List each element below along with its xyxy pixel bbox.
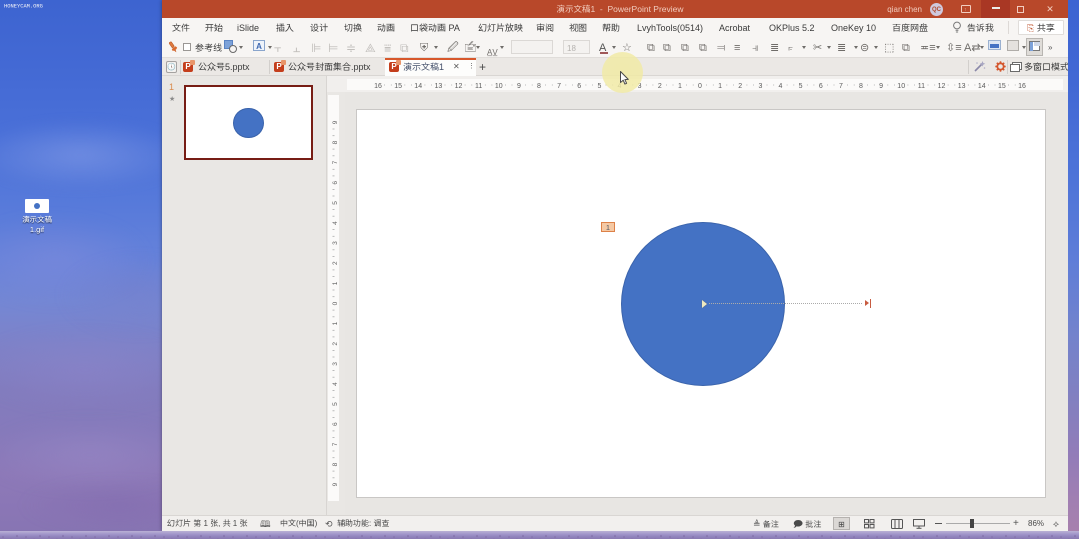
svg-text:5: 5 [332, 201, 339, 205]
svg-text:13: 13 [435, 83, 443, 90]
svg-text:1: 1 [332, 281, 339, 285]
svg-text:9: 9 [332, 120, 339, 124]
svg-text:9: 9 [517, 83, 521, 90]
svg-text:0: 0 [698, 83, 702, 90]
svg-text:12: 12 [455, 83, 463, 90]
svg-text:2: 2 [332, 261, 339, 265]
svg-text:10: 10 [897, 83, 905, 90]
svg-text:5: 5 [332, 402, 339, 406]
svg-text:12: 12 [938, 83, 946, 90]
svg-text:15: 15 [998, 83, 1006, 90]
svg-text:14: 14 [414, 83, 422, 90]
svg-text:14: 14 [978, 83, 986, 90]
svg-text:9: 9 [332, 482, 339, 486]
svg-text:1: 1 [332, 321, 339, 325]
svg-text:6: 6 [332, 422, 339, 426]
svg-text:3: 3 [332, 362, 339, 366]
svg-text:6: 6 [332, 181, 339, 185]
svg-text:11: 11 [475, 83, 482, 90]
svg-text:1: 1 [718, 83, 722, 90]
svg-text:8: 8 [537, 83, 541, 90]
svg-text:7: 7 [839, 83, 843, 90]
svg-text:13: 13 [958, 83, 966, 90]
svg-text:7: 7 [332, 442, 339, 446]
svg-text:16: 16 [1018, 83, 1026, 90]
svg-text:15: 15 [394, 83, 402, 90]
svg-text:8: 8 [332, 462, 339, 466]
svg-text:4: 4 [779, 83, 783, 90]
svg-text:6: 6 [819, 83, 823, 90]
svg-text:11: 11 [918, 83, 925, 90]
svg-text:2: 2 [658, 83, 662, 90]
svg-text:0: 0 [332, 301, 339, 305]
svg-text:4: 4 [332, 382, 339, 386]
svg-text:7: 7 [332, 160, 339, 164]
svg-text:9: 9 [879, 83, 883, 90]
svg-text:4: 4 [332, 221, 339, 225]
svg-text:2: 2 [738, 83, 742, 90]
svg-text:6: 6 [577, 83, 581, 90]
svg-text:8: 8 [859, 83, 863, 90]
svg-text:10: 10 [495, 83, 503, 90]
svg-text:3: 3 [758, 83, 762, 90]
svg-text:3: 3 [332, 241, 339, 245]
svg-text:1: 1 [678, 83, 682, 90]
svg-text:2: 2 [332, 342, 339, 346]
svg-text:7: 7 [557, 83, 561, 90]
svg-text:5: 5 [597, 83, 601, 90]
svg-text:8: 8 [332, 140, 339, 144]
svg-text:16: 16 [374, 83, 382, 90]
svg-text:5: 5 [799, 83, 803, 90]
